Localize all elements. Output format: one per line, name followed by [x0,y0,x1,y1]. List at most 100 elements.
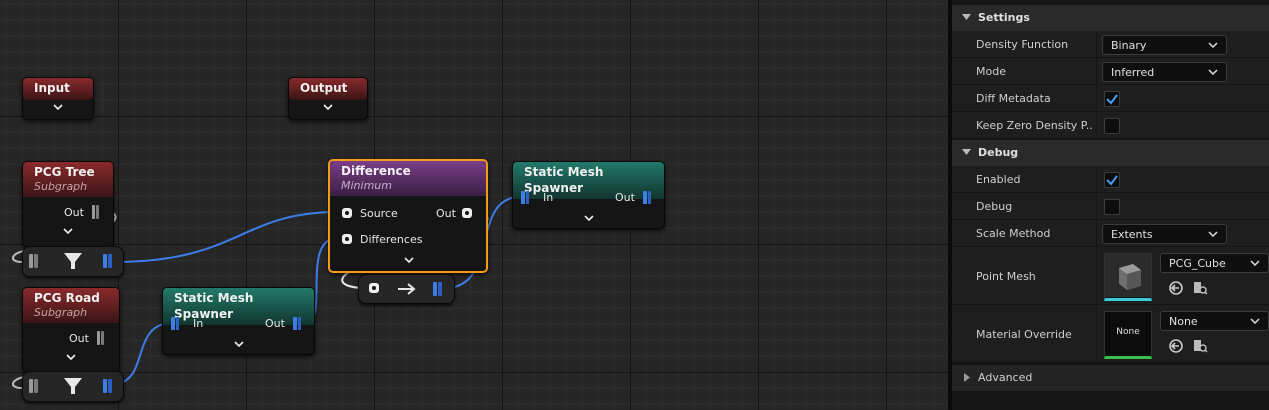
mode-label: Mode [976,65,1006,78]
pcg-tree-subtitle: Subgraph [34,180,88,193]
in-pin-label: In [543,191,554,204]
keep-zero-density-checkbox[interactable] [1104,118,1120,134]
diff-metadata-row: Diff Metadata [952,85,1269,112]
density-function-label: Density Function [976,38,1069,51]
source-pin-icon[interactable] [342,208,352,218]
mode-row: Mode Inferred [952,58,1269,85]
blue-pin-icon[interactable] [103,378,113,394]
point-mesh-dropdown[interactable]: PCG_Cube [1160,253,1269,273]
cube-icon [1105,254,1151,297]
checkmark-icon [1106,175,1118,186]
input-node-title: Input [34,81,70,95]
arrow-right-icon [398,283,416,295]
expand-triangle-icon [964,373,970,382]
scale-method-label: Scale Method [976,227,1051,240]
material-override-label: Material Override [976,328,1072,341]
expand-chevron-icon[interactable] [581,215,597,221]
material-override-value: None [1169,315,1198,328]
mode-dropdown[interactable]: Inferred [1102,62,1227,82]
material-thumb-text: None [1116,327,1140,337]
pcg-road-node[interactable]: PCG Road Subgraph Out [22,287,120,373]
advanced-section-header[interactable]: Advanced [952,365,1269,391]
pcg-road-subtitle: Subgraph [34,306,88,319]
pcg-road-title: PCG Road [34,291,100,305]
expand-chevron-icon[interactable] [320,104,336,110]
out-pin-label: Out [69,332,89,345]
expand-chevron-icon[interactable] [63,354,79,360]
convert-bar[interactable] [358,274,455,304]
road-filter-bar[interactable] [22,371,124,402]
input-node[interactable]: Input [22,77,94,120]
enabled-label: Enabled [976,173,1021,186]
collapse-triangle-icon [962,149,971,155]
scale-method-dropdown[interactable]: Extents [1102,224,1227,244]
browse-asset-icon[interactable] [1192,338,1208,354]
expand-chevron-icon[interactable] [50,104,66,110]
gray-pin-icon[interactable] [97,331,105,345]
static-mesh-spawner-node-right[interactable]: Static Mesh Spawner In Out [512,161,665,229]
diff-metadata-checkbox[interactable] [1104,91,1120,107]
collapse-triangle-icon [962,14,971,20]
point-mesh-value: PCG_Cube [1169,257,1226,270]
point-mesh-row: Point Mesh PCG_Cube [952,247,1269,305]
differences-pin-label: Differences [360,233,423,246]
out-pin-icon[interactable] [462,208,472,218]
browse-asset-icon[interactable] [1192,280,1208,296]
details-panel: Settings Density Function Binary Mode In… [948,0,1269,410]
expand-chevron-icon[interactable] [401,257,417,263]
density-function-row: Density Function Binary [952,31,1269,58]
static-mesh-spawner-node-bottom[interactable]: Static Mesh Spawner In Out [162,287,315,355]
density-function-value: Binary [1111,39,1147,52]
debug-row: Debug [952,193,1269,220]
gray-pin-icon[interactable] [92,205,100,219]
output-node[interactable]: Output [288,77,368,120]
blue-pin-icon[interactable] [293,316,301,330]
out-pin-label: Out [615,191,635,204]
diff-metadata-label: Diff Metadata [976,92,1051,105]
keep-zero-density-label: Keep Zero Density P... [976,119,1092,132]
keep-zero-density-row: Keep Zero Density P... [952,112,1269,139]
advanced-section-title: Advanced [978,371,1033,384]
blue-pin-icon[interactable] [103,253,113,269]
chevron-down-icon [1250,318,1260,324]
chevron-down-icon [1208,231,1218,237]
use-selected-icon[interactable] [1168,280,1184,296]
gray-pin-icon [29,379,38,393]
settings-section-header[interactable]: Settings [952,5,1269,31]
debug-section-title: Debug [978,146,1019,159]
enabled-checkbox[interactable] [1104,172,1120,188]
output-node-title: Output [300,81,348,95]
debug-section-header[interactable]: Debug [952,140,1269,166]
chevron-down-icon [1208,69,1218,75]
source-pin-label: Source [360,207,398,220]
blue-pin-icon[interactable] [171,316,179,330]
mode-value: Inferred [1111,66,1155,79]
out-pin-label: Out [265,317,285,330]
chevron-down-icon [1250,260,1260,266]
tree-filter-bar[interactable] [22,246,124,277]
material-override-thumbnail[interactable]: None [1104,311,1152,359]
point-mesh-thumbnail[interactable] [1104,253,1152,301]
wire-tree-to-source [112,211,339,263]
pcg-graph-canvas[interactable]: Input Output PCG Tree Subgraph Out PCG R… [0,0,948,410]
blue-pin-icon[interactable] [521,190,529,204]
pcg-tree-node[interactable]: PCG Tree Subgraph Out [22,161,114,247]
out-pin-label: Out [436,207,456,220]
filter-icon [64,253,82,269]
point-mesh-label: Point Mesh [976,270,1036,283]
material-override-dropdown[interactable]: None [1160,311,1269,331]
white-pin-icon[interactable] [369,283,379,293]
use-selected-icon[interactable] [1168,338,1184,354]
enabled-row: Enabled [952,166,1269,193]
difference-subtitle: Minimum [341,179,392,192]
differences-pin-icon[interactable] [342,234,352,244]
expand-chevron-icon[interactable] [60,228,76,234]
scale-method-value: Extents [1111,228,1153,241]
blue-pin-icon[interactable] [643,190,651,204]
density-function-dropdown[interactable]: Binary [1102,35,1227,55]
difference-node[interactable]: Difference Minimum Source Out Difference… [328,159,488,273]
expand-chevron-icon[interactable] [231,341,247,347]
debug-checkbox[interactable] [1104,199,1120,215]
blue-pin-icon[interactable] [433,281,443,297]
gray-pin-icon [29,254,38,268]
